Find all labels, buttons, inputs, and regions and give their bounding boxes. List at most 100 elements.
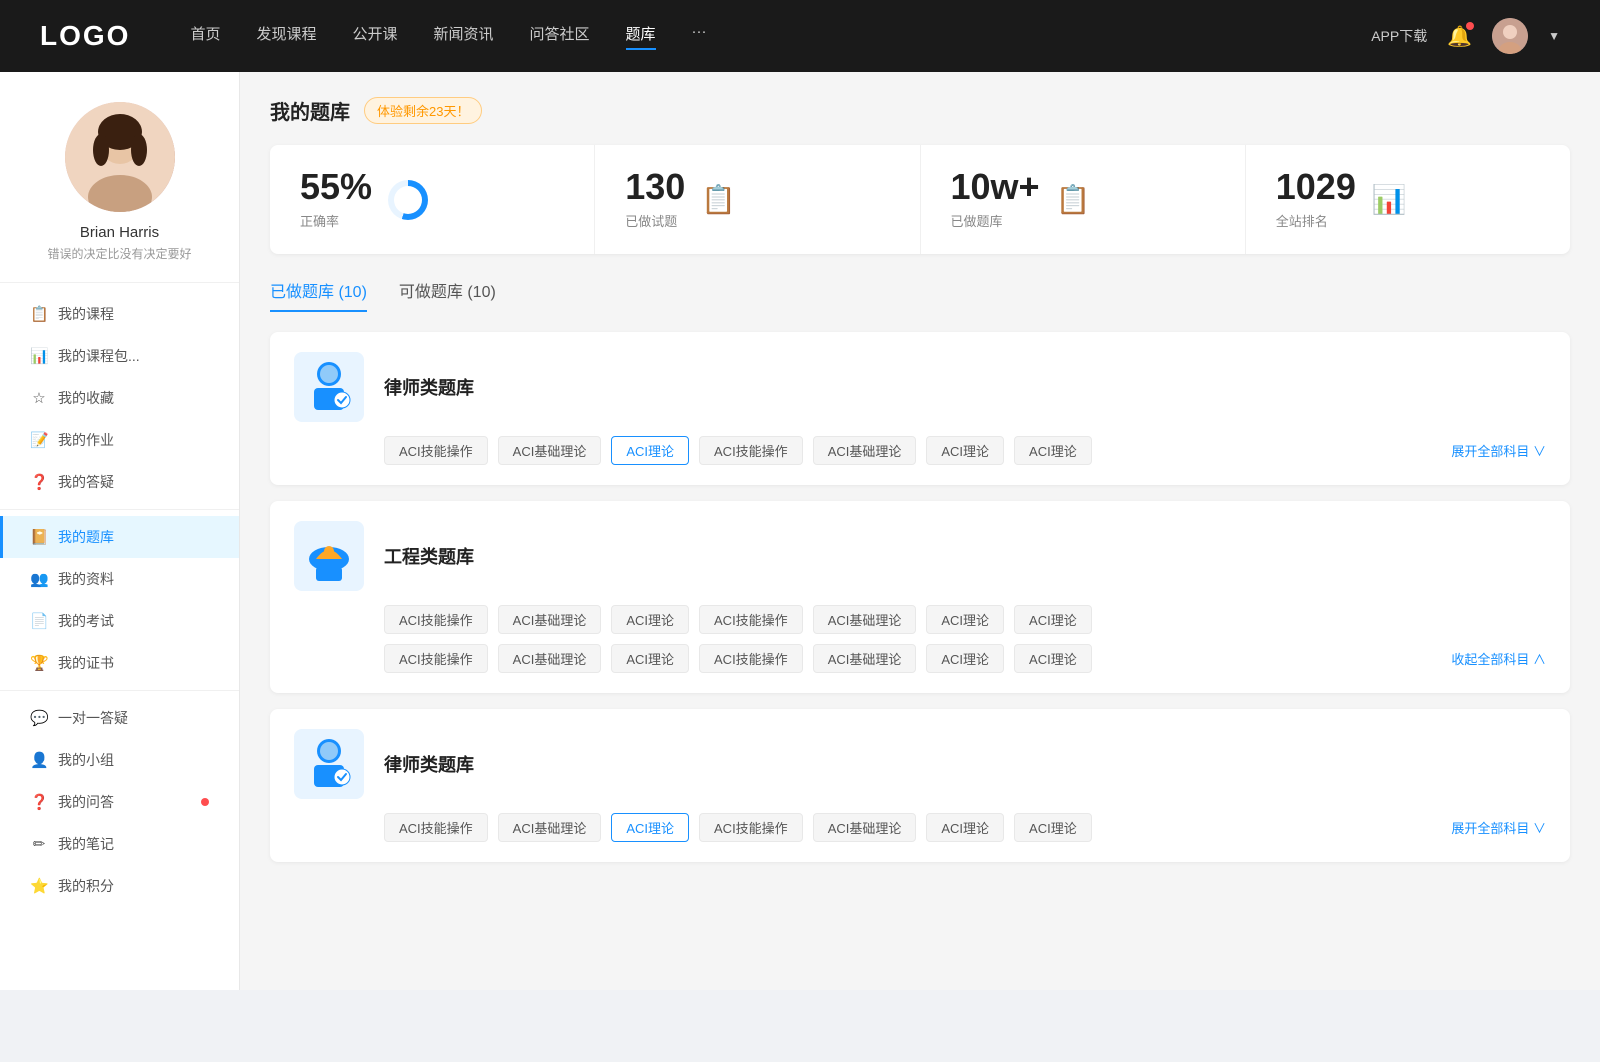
sidebar-label-homework: 我的作业 (58, 430, 209, 450)
sidebar-label-my-qa: 我的问答 (58, 792, 189, 812)
sidebar-label-course-pkg: 我的课程包... (58, 346, 209, 366)
nav-discover[interactable]: 发现课程 (256, 23, 316, 50)
qbank-2-tag-r2-4[interactable]: ACI基础理论 (813, 644, 917, 673)
qbank-2-tag-1[interactable]: ACI基础理论 (498, 605, 602, 634)
tab-done-banks[interactable]: 已做题库 (10) (270, 278, 367, 312)
points-icon: ⭐ (30, 877, 48, 895)
qbank-1-title: 律师类题库 (384, 374, 474, 400)
sidebar-item-points[interactable]: ⭐ 我的积分 (0, 865, 239, 907)
sidebar-avatar-face (65, 102, 175, 212)
qbank-1-tag-2[interactable]: ACI理论 (611, 436, 689, 465)
sidebar-label-favorites: 我的收藏 (58, 388, 209, 408)
qbank-1-expand-link[interactable]: 展开全部科目 ∨ (1451, 441, 1546, 460)
sidebar-label-qbank: 我的题库 (58, 527, 209, 547)
qbank-2-tag-0[interactable]: ACI技能操作 (384, 605, 488, 634)
navbar-menu: 首页 发现课程 公开课 新闻资讯 问答社区 题库 ··· (190, 23, 1371, 50)
sidebar-item-my-qa[interactable]: ❓ 我的问答 (0, 781, 239, 823)
qbank-3-tag-4[interactable]: ACI基础理论 (813, 813, 917, 842)
app-download-link[interactable]: APP下载 (1371, 26, 1427, 46)
stat-questions-icon-area: 📋 (701, 183, 736, 216)
sidebar-item-qa[interactable]: ❓ 我的答疑 (0, 461, 239, 503)
tab-available-banks[interactable]: 可做题库 (10) (399, 278, 496, 312)
sidebar-item-my-course[interactable]: 📋 我的课程 (0, 293, 239, 335)
qbank-3-expand-link[interactable]: 展开全部科目 ∨ (1451, 818, 1546, 837)
qbank-2-tag-r2-5[interactable]: ACI理论 (926, 644, 1004, 673)
nav-more[interactable]: ··· (692, 23, 707, 50)
qbank-3-tag-0[interactable]: ACI技能操作 (384, 813, 488, 842)
accuracy-pie-chart (388, 180, 428, 220)
qbank-1-tag-4[interactable]: ACI基础理论 (813, 436, 917, 465)
qbank-1-tag-1[interactable]: ACI基础理论 (498, 436, 602, 465)
qbank-3-icon-wrap (294, 729, 364, 799)
sidebar-menu: 📋 我的课程 📊 我的课程包... ☆ 我的收藏 📝 我的作业 ❓ 我的答疑 � (0, 293, 239, 907)
sidebar-item-certificate[interactable]: 🏆 我的证书 (0, 642, 239, 684)
stat-done-banks: 10w+ 已做题库 📋 (921, 145, 1246, 254)
qbank-3-tag-5[interactable]: ACI理论 (926, 813, 1004, 842)
qbank-card-2-header: 工程类题库 (294, 521, 1546, 591)
qbank-2-tag-r2-0[interactable]: ACI技能操作 (384, 644, 488, 673)
course-pkg-icon: 📊 (30, 347, 48, 365)
avatar[interactable] (1492, 18, 1528, 54)
qbank-2-tag-r2-1[interactable]: ACI基础理论 (498, 644, 602, 673)
qbank-2-tag-r2-2[interactable]: ACI理论 (611, 644, 689, 673)
qbank-2-tag-r2-6[interactable]: ACI理论 (1014, 644, 1092, 673)
sidebar-item-exam[interactable]: 📄 我的考试 (0, 600, 239, 642)
sidebar-item-notes[interactable]: ✏ 我的笔记 (0, 823, 239, 865)
avatar-image (1492, 18, 1528, 54)
questions-icon: 📋 (701, 183, 736, 216)
qbank-2-icon-wrap (294, 521, 364, 591)
homework-icon: 📝 (30, 431, 48, 449)
stat-done-banks-text: 10w+ 已做题库 (951, 169, 1040, 230)
qbank-2-tag-3[interactable]: ACI技能操作 (699, 605, 803, 634)
exam-icon: 📄 (30, 612, 48, 630)
qbank-1-tag-5[interactable]: ACI理论 (926, 436, 1004, 465)
sidebar-item-course-pkg[interactable]: 📊 我的课程包... (0, 335, 239, 377)
sidebar-profile: Brian Harris 错误的决定比没有决定要好 (0, 102, 239, 283)
qbank-2-collapse-link[interactable]: 收起全部科目 ∧ (1451, 649, 1546, 668)
qbank-3-tag-6[interactable]: ACI理论 (1014, 813, 1092, 842)
stat-accuracy-value: 55% (300, 169, 372, 205)
stat-done-questions-value: 130 (625, 169, 685, 205)
stat-ranking-icon-area: 📊 (1372, 183, 1407, 216)
group-icon: 👤 (30, 751, 48, 769)
my-qa-icon: ❓ (30, 793, 48, 811)
avatar-dropdown-arrow[interactable]: ▼ (1548, 29, 1560, 43)
notes-icon: ✏ (30, 835, 48, 853)
certificate-icon: 🏆 (30, 654, 48, 672)
notification-dot (1466, 22, 1474, 30)
sidebar-item-question-bank[interactable]: 📔 我的题库 (0, 516, 239, 558)
nav-opencourse[interactable]: 公开课 (352, 23, 397, 50)
nav-qa[interactable]: 问答社区 (530, 23, 590, 50)
sidebar-label-group: 我的小组 (58, 750, 209, 770)
qbank-3-tags-container: ACI技能操作 ACI基础理论 ACI理论 ACI技能操作 ACI基础理论 AC… (294, 813, 1546, 842)
qbank-2-tag-5[interactable]: ACI理论 (926, 605, 1004, 634)
qbank-card-3-header: 律师类题库 (294, 729, 1546, 799)
stat-accuracy-icon-area (388, 180, 428, 220)
qbank-2-tag-4[interactable]: ACI基础理论 (813, 605, 917, 634)
sidebar: Brian Harris 错误的决定比没有决定要好 📋 我的课程 📊 我的课程包… (0, 72, 240, 990)
qbank-1-tag-6[interactable]: ACI理论 (1014, 436, 1092, 465)
sidebar-item-1on1[interactable]: 💬 一对一答疑 (0, 697, 239, 739)
qbank-1-tag-0[interactable]: ACI技能操作 (384, 436, 488, 465)
sidebar-item-group[interactable]: 👤 我的小组 (0, 739, 239, 781)
stat-ranking-label: 全站排名 (1276, 211, 1356, 230)
sidebar-item-materials[interactable]: 👥 我的资料 (0, 558, 239, 600)
sidebar-item-homework[interactable]: 📝 我的作业 (0, 419, 239, 461)
qbank-2-title: 工程类题库 (384, 543, 474, 569)
notification-bell[interactable]: 🔔 (1447, 24, 1472, 49)
qbank-2-tags-row2: ACI技能操作 ACI基础理论 ACI理论 ACI技能操作 ACI基础理论 AC… (384, 644, 1092, 673)
sidebar-avatar (65, 102, 175, 212)
nav-questionbank[interactable]: 题库 (626, 23, 656, 50)
qbank-1-tag-3[interactable]: ACI技能操作 (699, 436, 803, 465)
qbank-3-tag-1[interactable]: ACI基础理论 (498, 813, 602, 842)
qbank-2-tag-2[interactable]: ACI理论 (611, 605, 689, 634)
qbank-2-tag-r2-3[interactable]: ACI技能操作 (699, 644, 803, 673)
sidebar-item-favorites[interactable]: ☆ 我的收藏 (0, 377, 239, 419)
qbank-2-tag-6[interactable]: ACI理论 (1014, 605, 1092, 634)
qbank-3-tag-2[interactable]: ACI理论 (611, 813, 689, 842)
sidebar-motto: 错误的决定比没有决定要好 (47, 245, 191, 262)
qbank-3-tag-3[interactable]: ACI技能操作 (699, 813, 803, 842)
favorites-icon: ☆ (30, 389, 48, 407)
nav-news[interactable]: 新闻资讯 (434, 23, 494, 50)
nav-home[interactable]: 首页 (190, 23, 220, 50)
